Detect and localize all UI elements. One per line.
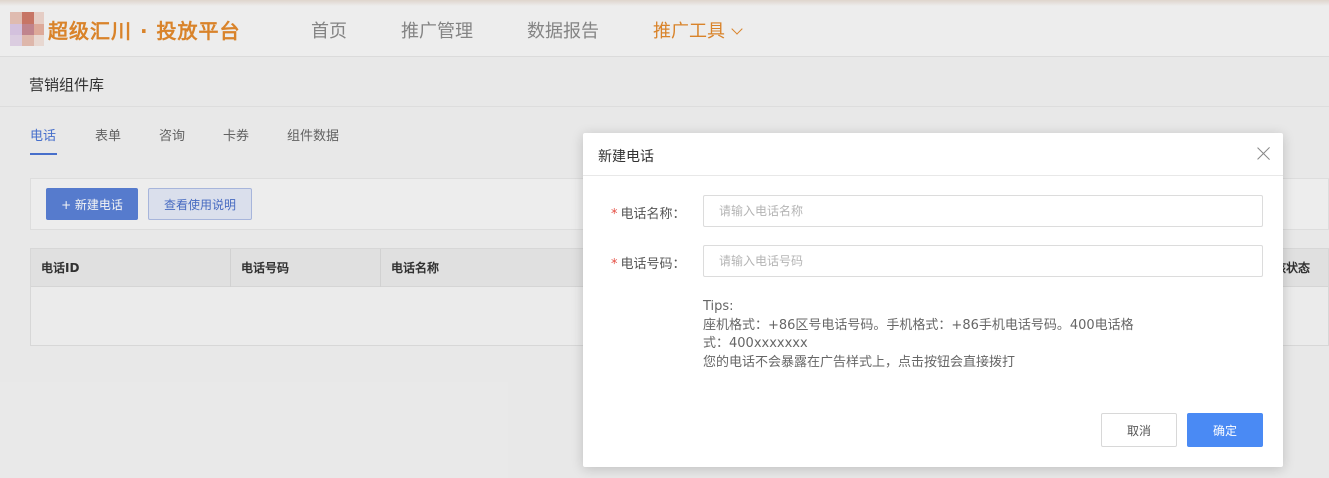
required-mark: * bbox=[611, 207, 618, 222]
phone-number-label: * 电话号码： bbox=[611, 253, 686, 272]
dialog-header: 新建电话 bbox=[583, 133, 1283, 176]
phone-number-label-text: 电话号码： bbox=[620, 257, 686, 272]
new-phone-dialog: 新建电话 *电话名称： *电话号码： Tips: 座机格式：+86区号电话号码。… bbox=[583, 133, 1283, 467]
tips-line-3: 您的电话不会暴露在广告样式上，点击按钮会直接拨打 bbox=[703, 354, 1016, 370]
tips-text: Tips: 座机格式：+86区号电话号码。手机格式：+86手机电话号码。400电… bbox=[703, 298, 1173, 372]
close-icon[interactable] bbox=[1255, 144, 1273, 162]
phone-name-label-text: 电话名称： bbox=[620, 207, 686, 222]
dialog-title: 新建电话 bbox=[598, 149, 654, 165]
cancel-button[interactable]: 取消 bbox=[1101, 413, 1177, 447]
phone-name-input[interactable] bbox=[703, 195, 1263, 227]
tips-line-1: 座机格式：+86区号电话号码。手机格式：+86手机电话号码。400电话格 bbox=[703, 317, 1134, 333]
tips-heading: Tips: bbox=[703, 299, 734, 314]
phone-number-input[interactable] bbox=[703, 245, 1263, 277]
confirm-button[interactable]: 确定 bbox=[1187, 413, 1263, 447]
tips-line-2: 式：400xxxxxxx bbox=[703, 336, 808, 351]
required-mark: * bbox=[611, 257, 618, 272]
phone-name-label: * 电话名称： bbox=[611, 203, 686, 222]
